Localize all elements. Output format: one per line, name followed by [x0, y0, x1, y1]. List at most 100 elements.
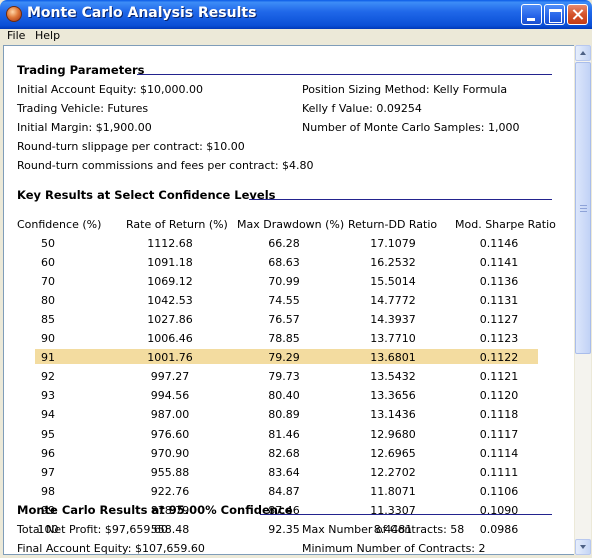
- column-header-drawdown: Max Drawdown (%): [237, 218, 345, 231]
- confidence-results-heading: Monte Carlo Results at 95.00% Confidence: [17, 503, 293, 517]
- total-net-profit: Total Net Profit: $97,659.60: [17, 523, 168, 536]
- cell-confidence: 60: [41, 256, 55, 269]
- cell-return: 1006.46: [147, 332, 193, 345]
- section-rule: [260, 514, 552, 515]
- cell-return: 987.00: [150, 408, 190, 421]
- section-rule: [137, 74, 552, 75]
- scroll-up-icon: [580, 51, 586, 55]
- cell-sharpe: 0.1136: [479, 275, 519, 288]
- cell-confidence: 50: [41, 237, 55, 250]
- max-contracts: Max Number of Contracts: 58: [302, 523, 465, 536]
- cell-return: 1069.12: [147, 275, 193, 288]
- final-account-equity: Final Account Equity: $107,659.60: [17, 542, 205, 555]
- menu-help[interactable]: Help: [35, 29, 60, 42]
- cell-sharpe: 0.1118: [479, 408, 519, 421]
- cell-sharpe: 0.1117: [479, 428, 519, 441]
- cell-confidence: 98: [41, 485, 55, 498]
- cell-return-dd: 13.3656: [370, 389, 416, 402]
- min-contracts: Minimum Number of Contracts: 2: [302, 542, 486, 555]
- cell-drawdown: 83.64: [268, 466, 300, 479]
- cell-return: 1042.53: [147, 294, 193, 307]
- column-header-confidence: Confidence (%): [17, 218, 102, 231]
- cell-confidence: 85: [41, 313, 55, 326]
- cell-drawdown: 68.63: [268, 256, 300, 269]
- cell-drawdown: 74.55: [268, 294, 300, 307]
- param-kelly-f: Kelly f Value: 0.09254: [302, 102, 422, 115]
- minimize-button[interactable]: [521, 4, 542, 25]
- cell-return: 922.76: [150, 485, 190, 498]
- close-button[interactable]: [567, 4, 588, 25]
- cell-sharpe: 0.1131: [479, 294, 519, 307]
- cell-drawdown: 81.46: [268, 428, 300, 441]
- cell-return: 994.56: [150, 389, 190, 402]
- cell-sharpe: 0.1111: [479, 466, 519, 479]
- cell-sharpe: 0.1120: [479, 389, 519, 402]
- column-header-return: Rate of Return (%): [126, 218, 228, 231]
- cell-drawdown: 76.57: [268, 313, 300, 326]
- cell-sharpe: 0.1122: [479, 351, 519, 364]
- param-position-sizing: Position Sizing Method: Kelly Formula: [302, 83, 508, 96]
- cell-drawdown: 79.29: [268, 351, 300, 364]
- cell-drawdown: 78.85: [268, 332, 300, 345]
- param-sample-count: Number of Monte Carlo Samples: 1,000: [302, 121, 520, 134]
- cell-drawdown: 70.99: [268, 275, 300, 288]
- cell-sharpe: 0.1106: [479, 485, 519, 498]
- cell-return-dd: 12.2702: [370, 466, 416, 479]
- cell-return-dd: 13.5432: [370, 370, 416, 383]
- param-slippage: Round-turn slippage per contract: $10.00: [17, 140, 245, 153]
- cell-drawdown: 79.73: [268, 370, 300, 383]
- cell-drawdown: 66.28: [268, 237, 300, 250]
- cell-return-dd: 11.3307: [370, 504, 416, 517]
- column-header-return-dd: Return-DD Ratio: [348, 218, 438, 231]
- menu-file[interactable]: File: [7, 29, 25, 42]
- vertical-scrollbar[interactable]: [575, 45, 591, 555]
- cell-return: 1091.18: [147, 256, 193, 269]
- param-trading-vehicle: Trading Vehicle: Futures: [17, 102, 149, 115]
- window-title: Monte Carlo Analysis Results: [27, 5, 257, 21]
- section-rule: [249, 199, 552, 200]
- cell-return: 997.27: [150, 370, 190, 383]
- cell-drawdown: 82.68: [268, 447, 300, 460]
- column-header-sharpe: Mod. Sharpe Ratio: [455, 218, 556, 231]
- cell-return-dd: 12.9680: [370, 428, 416, 441]
- cell-return-dd: 14.7772: [370, 294, 416, 307]
- cell-confidence: 93: [41, 389, 55, 402]
- grip-line: [580, 211, 587, 212]
- cell-return: 1112.68: [147, 237, 193, 250]
- param-initial-margin: Initial Margin: $1,900.00: [17, 121, 152, 134]
- cell-return-dd: 17.1079: [370, 237, 416, 250]
- param-commissions: Round-turn commissions and fees per cont…: [17, 159, 314, 172]
- cell-drawdown: 84.87: [268, 485, 300, 498]
- cell-return-dd: 13.1436: [370, 408, 416, 421]
- cell-sharpe: 0.1146: [479, 237, 519, 250]
- trading-parameters-heading: Trading Parameters: [17, 63, 145, 77]
- scroll-down-button[interactable]: [575, 539, 591, 555]
- cell-return-dd: 12.6965: [370, 447, 416, 460]
- menu-bar: File Help: [0, 29, 592, 44]
- scroll-down-icon: [580, 545, 586, 549]
- cell-sharpe: 0.1141: [479, 256, 519, 269]
- grip-line: [580, 205, 587, 206]
- cell-sharpe: 0.1123: [479, 332, 519, 345]
- cell-return: 955.88: [150, 466, 190, 479]
- cell-confidence: 90: [41, 332, 55, 345]
- scroll-up-button[interactable]: [575, 45, 591, 61]
- cell-sharpe: 0.0986: [479, 523, 519, 536]
- scroll-thumb[interactable]: [575, 62, 591, 354]
- cell-confidence: 95: [41, 428, 55, 441]
- cell-sharpe: 0.1090: [479, 504, 519, 517]
- cell-return: 976.60: [150, 428, 190, 441]
- title-bar[interactable]: Monte Carlo Analysis Results: [0, 0, 592, 29]
- cell-return: 1027.86: [147, 313, 193, 326]
- cell-confidence: 80: [41, 294, 55, 307]
- cell-confidence: 91: [41, 351, 55, 364]
- cell-return: 970.90: [150, 447, 190, 460]
- cell-sharpe: 0.1114: [479, 447, 519, 460]
- key-results-heading: Key Results at Select Confidence Levels: [17, 188, 276, 202]
- maximize-button[interactable]: [544, 4, 565, 25]
- grip-line: [580, 208, 587, 209]
- cell-return-dd: 13.6801: [370, 351, 416, 364]
- cell-return-dd: 13.7710: [370, 332, 416, 345]
- app-icon[interactable]: [6, 6, 22, 22]
- cell-return-dd: 14.3937: [370, 313, 416, 326]
